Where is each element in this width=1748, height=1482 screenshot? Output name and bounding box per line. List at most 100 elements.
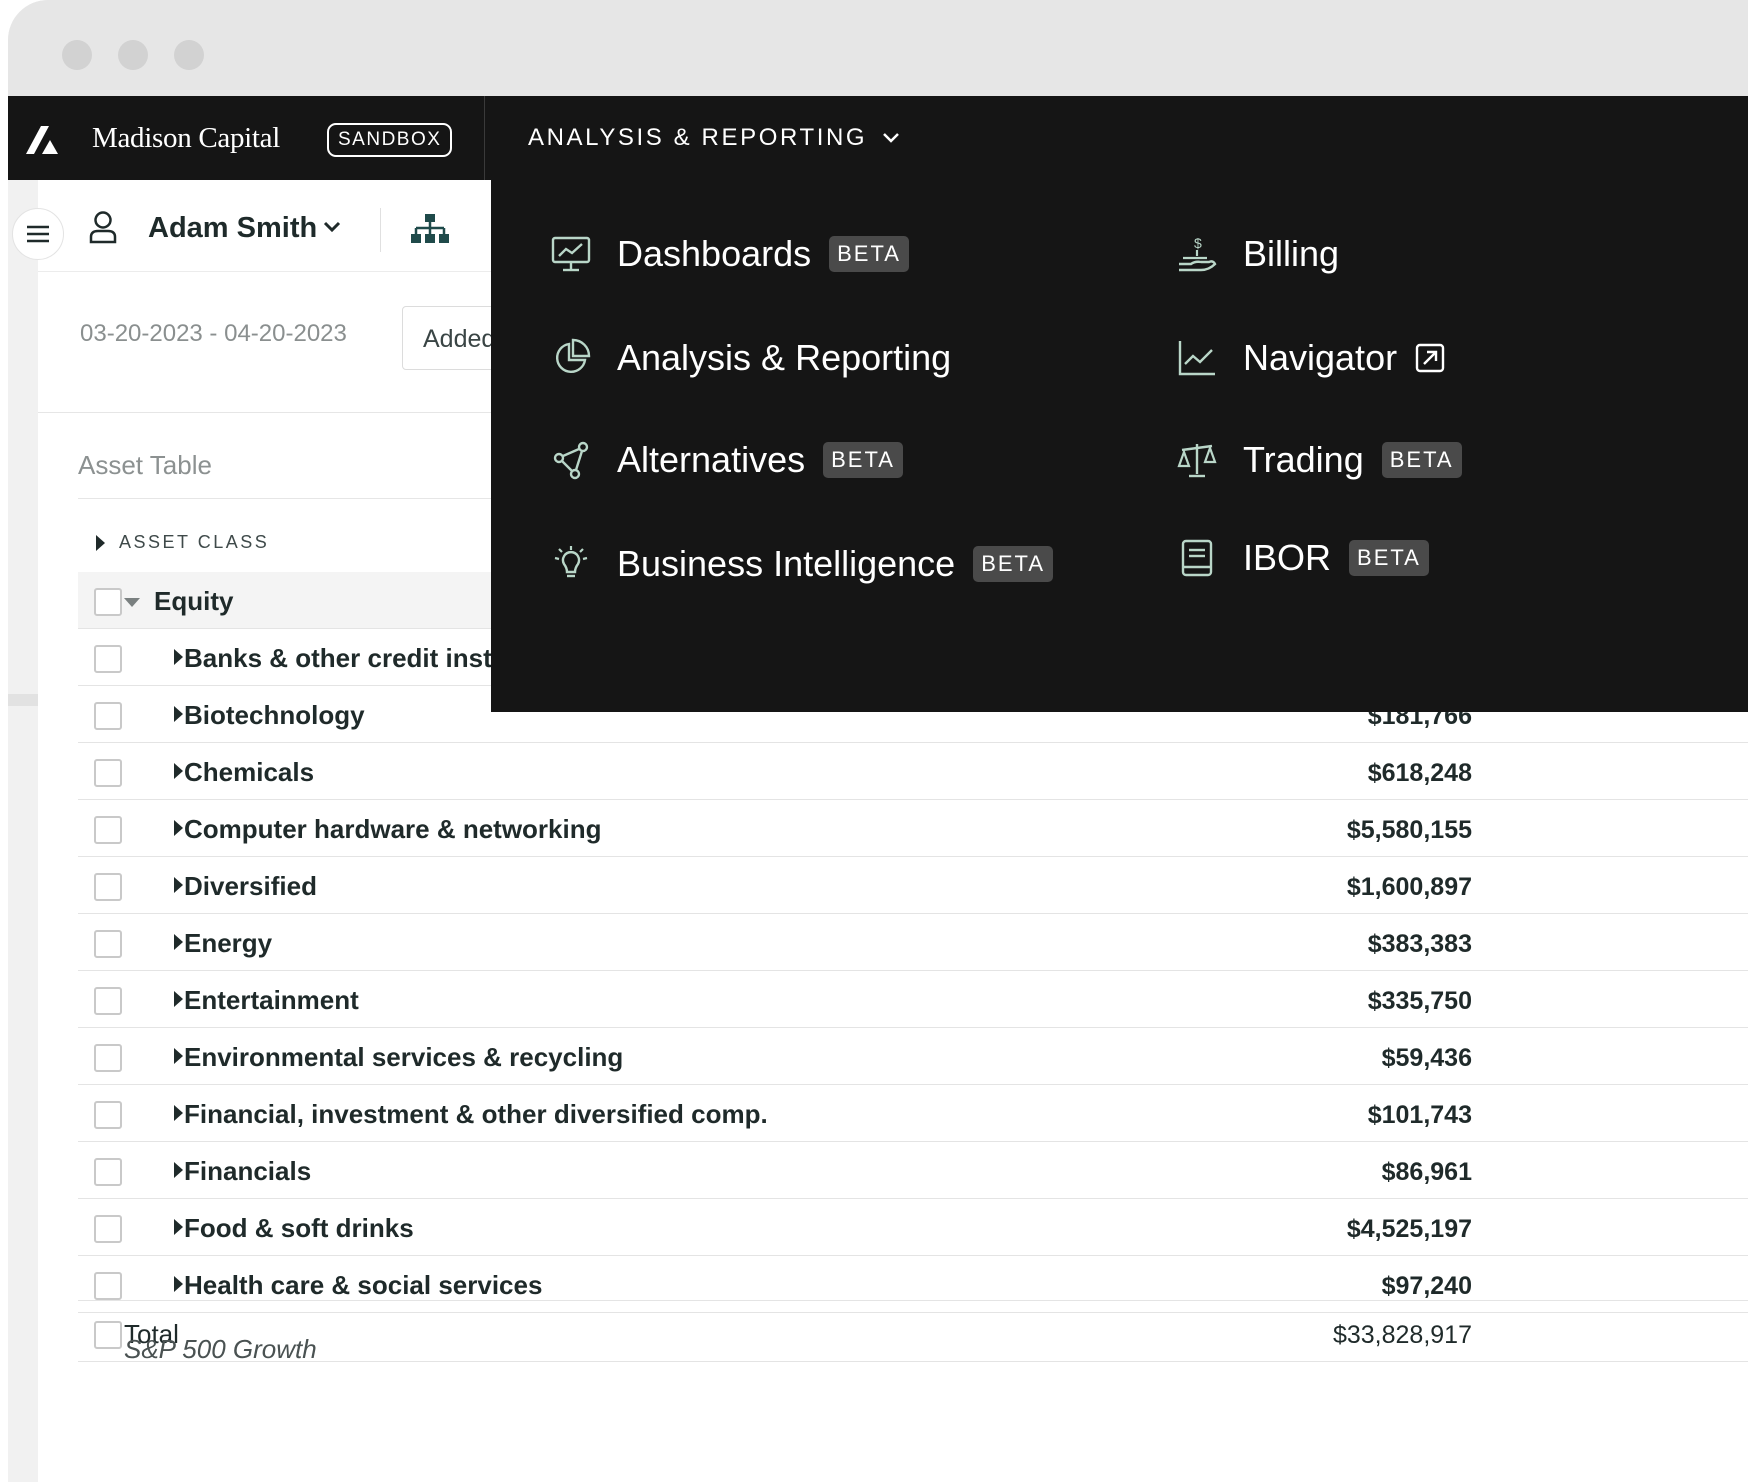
left-rail-marker [8,694,38,706]
caret-right-icon[interactable] [174,1105,183,1121]
table-row[interactable]: Financial, investment & other diversifie… [78,1085,1748,1142]
menu-item-label: Trading [1243,439,1364,480]
row-checkbox[interactable] [94,702,122,730]
beta-badge: BETA [829,236,909,272]
dashboard-monitor-icon [549,232,593,276]
left-rail [8,180,38,1482]
caret-right-icon[interactable] [174,1219,183,1235]
table-row[interactable]: Computer hardware & networking $5,580,15… [78,800,1748,857]
analysis-reporting-menu[interactable]: ANALYSIS & REPORTING [528,124,901,152]
table-total-row[interactable]: Total $33,828,917 [78,1305,1748,1362]
caret-right-icon[interactable] [174,1048,183,1064]
chevron-down-icon[interactable] [322,220,342,234]
madison-logo-icon[interactable] [22,118,66,158]
asset-table-title: Asset Table [78,450,212,480]
row-value: $618,248 [1367,759,1472,787]
caret-right-icon [96,534,105,551]
row-value: $383,383 [1367,930,1472,958]
row-label: Environmental services & recycling [184,1042,624,1072]
row-checkbox[interactable] [94,1321,122,1349]
svg-text:$: $ [1194,235,1202,251]
row-checkbox[interactable] [94,987,122,1015]
chevron-down-icon [883,133,900,143]
row-checkbox[interactable] [94,930,122,958]
beta-badge: BETA [823,442,903,478]
sandbox-badge: SANDBOX [327,123,453,157]
brand-name: Madison Capital [92,122,281,154]
table-row[interactable]: Chemicals $618,248 [78,743,1748,800]
caret-right-icon[interactable] [174,763,183,779]
row-value: $5,580,155 [1346,816,1472,844]
date-range-picker[interactable]: 03-20-2023 - 04-20-2023 [80,320,347,348]
pie-chart-icon [549,336,593,380]
caret-right-icon[interactable] [174,706,183,722]
row-label: Energy [184,928,273,958]
menu-item-ibor[interactable]: IBOR BETA [1175,536,1429,580]
window-titlebar [8,0,1748,96]
row-checkbox[interactable] [94,1044,122,1072]
table-row[interactable]: Entertainment $335,750 [78,971,1748,1028]
menu-item-label: Analysis & Reporting [617,337,952,378]
table-row[interactable]: Energy $383,383 [78,914,1748,971]
row-value: $4,525,197 [1346,1215,1472,1243]
caret-right-icon[interactable] [174,649,183,665]
row-label: Biotechnology [184,700,365,730]
benchmark-label: S&P 500 Growth [124,1334,317,1364]
menu-item-business-intelligence[interactable]: Business Intelligence BETA [549,542,1054,586]
caret-right-icon[interactable] [174,934,183,950]
row-checkbox[interactable] [94,645,122,673]
line-chart-icon [1175,336,1219,380]
caret-right-icon[interactable] [174,820,183,836]
menu-item-navigator[interactable]: Navigator [1175,336,1445,380]
row-checkbox[interactable] [94,588,122,616]
table-total-row [78,1244,1748,1301]
window-zoom-dot[interactable] [174,40,204,70]
row-checkbox[interactable] [94,1101,122,1129]
table-row[interactable]: Financials $86,961 [78,1142,1748,1199]
row-value: $59,436 [1381,1044,1472,1072]
menu-item-label: Billing [1243,233,1340,274]
table-row[interactable]: Environmental services & recycling $59,4… [78,1028,1748,1085]
row-label: Equity [154,586,234,616]
row-label: Food & soft drinks [184,1213,414,1243]
menu-item-billing[interactable]: $ Billing [1175,232,1339,276]
product-switcher-dropdown: Dashboards BETA Analysis & Reporting Alt… [491,180,1748,712]
user-selector[interactable]: Adam Smith [148,212,317,245]
row-checkbox[interactable] [94,1158,122,1186]
row-label: Chemicals [184,757,315,787]
table-row[interactable]: Diversified $1,600,897 [78,857,1748,914]
row-checkbox[interactable] [94,816,122,844]
menu-label: ANALYSIS & REPORTING [528,124,868,151]
total-value: $33,828,917 [1332,1321,1472,1349]
org-chart-icon[interactable] [410,212,450,246]
menu-item-analysis-reporting[interactable]: Analysis & Reporting [549,336,951,380]
row-label: Computer hardware & networking [184,814,602,844]
browser-window: Madison Capital SANDBOX ANALYSIS & REPOR… [8,0,1748,1482]
beta-badge: BETA [1349,540,1429,576]
row-value: $1,600,897 [1346,873,1472,901]
caret-right-icon[interactable] [174,1162,183,1178]
row-checkbox[interactable] [94,873,122,901]
menu-item-dashboards[interactable]: Dashboards BETA [549,232,909,276]
menu-item-alternatives[interactable]: Alternatives BETA [549,438,903,482]
row-checkbox[interactable] [94,1215,122,1243]
row-label: Diversified [184,871,317,901]
window-close-dot[interactable] [62,40,92,70]
top-navigation: Madison Capital SANDBOX ANALYSIS & REPOR… [8,96,1748,180]
menu-item-label: Dashboards [617,233,812,274]
menu-item-trading[interactable]: Trading BETA [1175,438,1462,482]
ledger-book-icon [1175,536,1219,580]
external-link-icon[interactable] [1415,343,1445,373]
row-checkbox[interactable] [94,759,122,787]
menu-item-label: Alternatives [617,439,806,480]
beta-badge: BETA [1381,442,1462,478]
caret-right-icon[interactable] [174,877,183,893]
row-value: $86,961 [1381,1158,1472,1186]
menu-item-label: Navigator [1243,337,1398,378]
window-minimize-dot[interactable] [118,40,148,70]
nav-divider [484,96,485,180]
hand-dollar-icon: $ [1175,232,1219,276]
caret-down-icon[interactable] [124,598,140,607]
asset-class-column-header[interactable]: ASSET CLASS [96,532,269,553]
caret-right-icon[interactable] [174,991,183,1007]
